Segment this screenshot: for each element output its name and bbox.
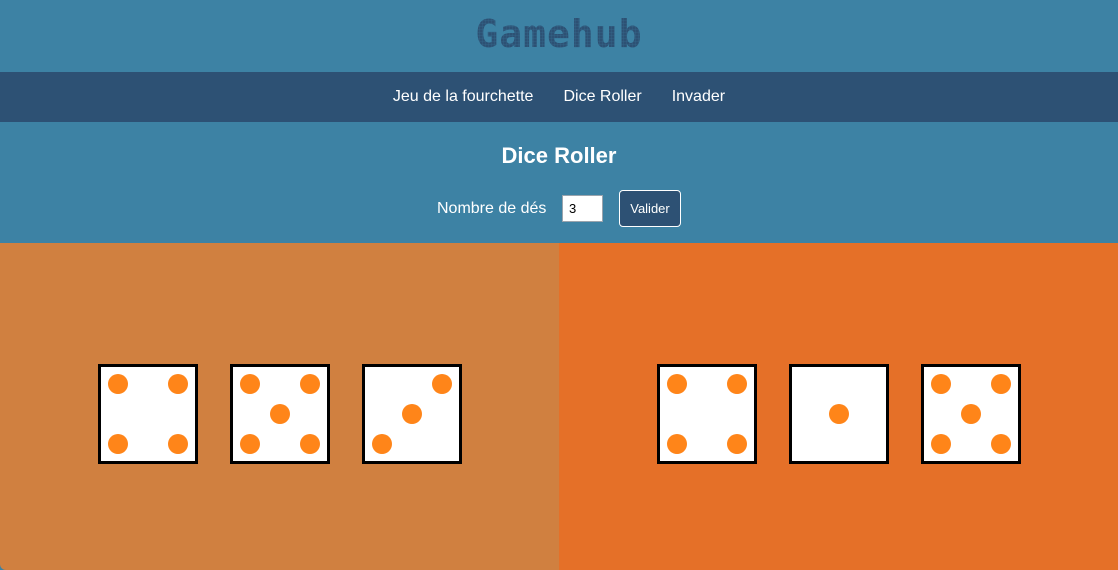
die-pip — [667, 434, 687, 454]
die-pip — [432, 374, 452, 394]
die-face-4[interactable] — [657, 364, 757, 464]
die-pip — [168, 434, 188, 454]
die-pip — [270, 404, 290, 424]
die-face-4[interactable] — [98, 364, 198, 464]
die-face-5[interactable] — [921, 364, 1021, 464]
die-pip — [829, 404, 849, 424]
dice-count-label: Nombre de dés — [437, 200, 547, 217]
die-pip — [931, 374, 951, 394]
die-pip — [300, 434, 320, 454]
nav-item-dice-roller[interactable]: Dice Roller — [563, 88, 641, 106]
die-pip — [372, 434, 392, 454]
die-face-5[interactable] — [230, 364, 330, 464]
die-pip — [961, 404, 981, 424]
die-pip — [667, 374, 687, 394]
nav-item-invader[interactable]: Invader — [672, 88, 725, 106]
die-pip — [300, 374, 320, 394]
header: Gamehub Gamehub — [0, 0, 1118, 72]
dice-count-input[interactable] — [562, 195, 603, 222]
die-face-1[interactable] — [789, 364, 889, 464]
die-pip — [108, 374, 128, 394]
logo-pixel-overlay: Gamehub — [475, 12, 642, 56]
gamehub-logo[interactable]: Gamehub Gamehub — [0, 0, 1118, 72]
nav-item-jeu-de-la-fourchette[interactable]: Jeu de la fourchette — [393, 88, 534, 106]
die-pip — [727, 434, 747, 454]
die-pip — [931, 434, 951, 454]
die-face-3[interactable] — [362, 364, 462, 464]
die-pip — [108, 434, 128, 454]
main-nav: Jeu de la fourchette Dice Roller Invader — [0, 72, 1118, 122]
validate-button[interactable]: Valider — [619, 190, 681, 227]
controls-section — [0, 122, 1118, 243]
die-pip — [168, 374, 188, 394]
die-pip — [991, 374, 1011, 394]
die-pip — [240, 374, 260, 394]
die-pip — [240, 434, 260, 454]
die-pip — [991, 434, 1011, 454]
page-title: Dice Roller — [501, 143, 617, 168]
die-pip — [727, 374, 747, 394]
die-pip — [402, 404, 422, 424]
